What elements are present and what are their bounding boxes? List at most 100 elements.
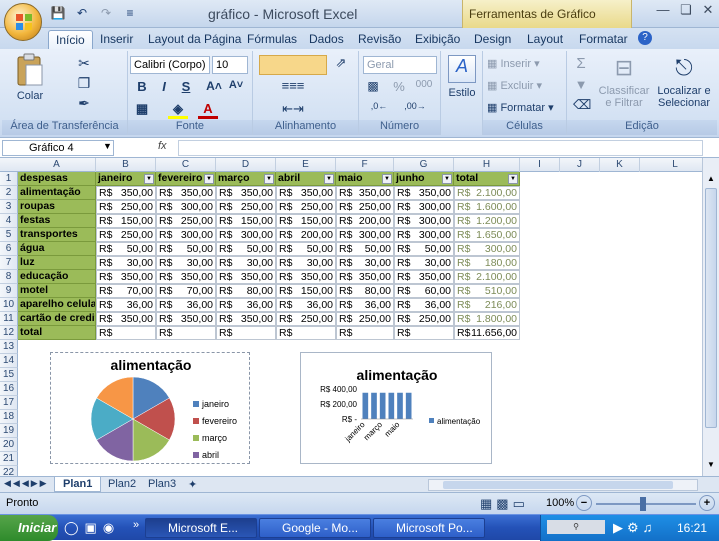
filter-dropdown-icon[interactable]: ▼ [264, 174, 274, 184]
grow-font-icon[interactable]: A˄ [204, 79, 224, 97]
table-cell[interactable]: R$ 1.800,00 [454, 312, 520, 326]
row-label[interactable]: transportes [18, 228, 96, 242]
zoom-in-icon[interactable]: + [699, 495, 715, 511]
table-cell[interactable]: R$ 350,00 [394, 186, 454, 200]
percent-button[interactable]: % [389, 79, 409, 97]
table-cell[interactable]: R$ 300,00 [394, 228, 454, 242]
bar-maio[interactable] [397, 392, 403, 419]
italic-button[interactable]: I [154, 79, 174, 97]
row-header-21[interactable]: 21 [0, 452, 18, 466]
table-cell[interactable]: R$ 180,00 [454, 256, 520, 270]
column-header-L[interactable]: L [640, 158, 711, 172]
table-cell[interactable]: R$ 36,00 [156, 298, 216, 312]
view-buttons-icon[interactable]: ▦▩▭ [480, 496, 529, 512]
table-cell[interactable]: R$ 250,00 [336, 312, 394, 326]
row-header-6[interactable]: 6 [0, 242, 18, 256]
table-cell[interactable]: R$ 250,00 [394, 312, 454, 326]
taskbar-item-powerpoint[interactable]: Microsoft Po... [373, 518, 485, 538]
table-cell[interactable]: R$ 350,00 [276, 186, 336, 200]
row-header-19[interactable]: 19 [0, 424, 18, 438]
table-cell[interactable]: R$ 30,00 [394, 256, 454, 270]
filter-dropdown-icon[interactable]: ▼ [442, 174, 452, 184]
table-header[interactable]: fevereiro ▼ [156, 172, 216, 186]
horizontal-scroll-thumb[interactable] [443, 481, 673, 489]
table-cell[interactable]: R$ 510,00 [454, 284, 520, 298]
table-cell[interactable]: R$ 250,00 [276, 312, 336, 326]
column-header-E[interactable]: E [276, 158, 336, 172]
table-cell[interactable]: R$ 60,00 [394, 284, 454, 298]
close-icon[interactable]: ✕ [697, 2, 719, 20]
table-cell[interactable]: R$ 300,00 [394, 214, 454, 228]
sort-filter-button[interactable]: ⊟ Classificar e Filtrar [597, 55, 651, 117]
table-cell[interactable]: R$ 80,00 [216, 284, 276, 298]
name-box-dropdown-icon[interactable]: ▼ [103, 141, 112, 151]
row-header-18[interactable]: 18 [0, 410, 18, 424]
table-cell[interactable]: R$ 250,00 [96, 200, 156, 214]
sheet-tab-plan1[interactable]: Plan1 [54, 477, 102, 492]
table-cell[interactable]: R$ 30,00 [216, 256, 276, 270]
table-cell[interactable]: R$ 70,00 [96, 284, 156, 298]
zoom-level[interactable]: 100% [546, 497, 574, 509]
spreadsheet-grid[interactable]: ABCDEFGHIJKL alimentação janeiro fevereir… [0, 158, 711, 476]
row-label[interactable]: luz [18, 256, 96, 270]
taskbar-item-excel[interactable]: Microsoft E... [145, 518, 257, 538]
tab-revisao[interactable]: Revisão [351, 30, 408, 50]
increase-decimal-icon[interactable]: ,0← [363, 101, 395, 119]
table-cell[interactable]: R$ 50,00 [96, 242, 156, 256]
row-header-22[interactable]: 22 [0, 466, 18, 476]
tab-layout-pagina[interactable]: Layout da Página [141, 30, 248, 50]
vertical-align-buttons[interactable] [259, 55, 327, 75]
table-cell[interactable]: R$ 350,00 [156, 312, 216, 326]
bar-março[interactable] [379, 392, 386, 419]
table-cell[interactable]: R$ 11.656,00 [454, 326, 520, 340]
table-cell[interactable]: R$ 2.100,00 [454, 270, 520, 284]
scroll-up-icon[interactable]: ▲ [705, 174, 717, 186]
table-cell[interactable]: R$ 300,00 [454, 242, 520, 256]
row-header-15[interactable]: 15 [0, 368, 18, 382]
table-cell[interactable]: R$ 70,00 [156, 284, 216, 298]
column-header-C[interactable]: C [156, 158, 216, 172]
tab-dados[interactable]: Dados [302, 30, 351, 50]
table-cell[interactable]: R$ 250,00 [276, 200, 336, 214]
column-header-I[interactable]: I [520, 158, 560, 172]
column-header-A[interactable]: A [18, 158, 96, 172]
table-cell[interactable]: R$ 250,00 [336, 200, 394, 214]
table-cell[interactable]: R$ 80,00 [336, 284, 394, 298]
table-cell[interactable]: R$ 200,00 [336, 214, 394, 228]
row-label[interactable]: educação [18, 270, 96, 284]
row-label[interactable]: aparelho celular [18, 298, 96, 312]
table-header[interactable]: total ▼ [454, 172, 520, 186]
underline-button[interactable]: S [176, 79, 196, 97]
name-box[interactable]: Gráfico 4 [2, 140, 114, 156]
table-cell[interactable]: R$ 2.100,00 [454, 186, 520, 200]
copy-icon[interactable]: ❐ [74, 75, 94, 93]
column-header-G[interactable]: G [394, 158, 454, 172]
table-cell[interactable]: R$ 350,00 [336, 270, 394, 284]
row-label[interactable]: água [18, 242, 96, 256]
table-cell[interactable]: R$ 36,00 [216, 298, 276, 312]
table-header[interactable]: maio ▼ [336, 172, 394, 186]
row-header-4[interactable]: 4 [0, 214, 18, 228]
row-header-7[interactable]: 7 [0, 256, 18, 270]
row-label[interactable]: alimentação [18, 186, 96, 200]
table-cell[interactable]: R$2.086,00 [156, 326, 216, 340]
borders-icon[interactable]: ▦ [132, 101, 152, 119]
row-header-8[interactable]: 8 [0, 270, 18, 284]
table-cell[interactable]: R$ 300,00 [216, 228, 276, 242]
column-header-D[interactable]: D [216, 158, 276, 172]
table-cell[interactable]: R$ 1.650,00 [454, 228, 520, 242]
filter-dropdown-icon[interactable]: ▼ [204, 174, 214, 184]
bar-junho[interactable] [405, 392, 412, 419]
table-cell[interactable]: R$ 350,00 [96, 186, 156, 200]
table-cell[interactable]: R$ 50,00 [156, 242, 216, 256]
table-cell[interactable]: R$ 350,00 [216, 312, 276, 326]
table-cell[interactable]: R$1.886,00 [96, 326, 156, 340]
row-header-1[interactable]: 1 [0, 172, 18, 186]
fill-color-icon[interactable]: ◈ [168, 101, 188, 119]
table-cell[interactable]: R$ 36,00 [394, 298, 454, 312]
tab-inicio[interactable]: Início [48, 30, 93, 50]
tab-exibicao[interactable]: Exibição [408, 30, 467, 50]
decrease-decimal-icon[interactable]: ,00→ [399, 101, 431, 119]
table-cell[interactable]: R$ 350,00 [96, 270, 156, 284]
table-cell[interactable]: R$ 150,00 [276, 214, 336, 228]
